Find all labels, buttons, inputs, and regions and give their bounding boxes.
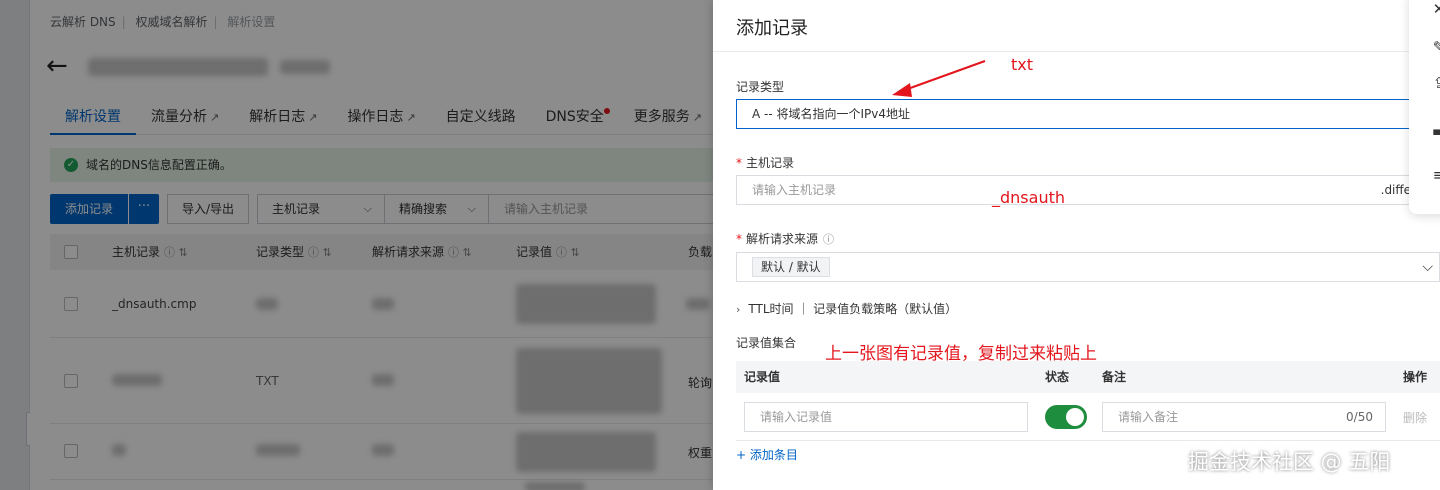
close-icon[interactable]: ✕	[1429, 0, 1440, 18]
host-record-label: * 主机记录	[736, 156, 795, 170]
note-placeholder: 请输入备注	[1118, 410, 1179, 424]
record-value-input[interactable]: 请输入记录值	[744, 402, 1028, 432]
char-count: 0/50	[1346, 410, 1373, 424]
help-icon: ⓘ	[823, 233, 835, 246]
pencil-icon[interactable]: ✎	[1429, 38, 1440, 56]
screen: ‹ 云解析 DNS| 权威域名解析| 解析设置 ← 解析设置流量分析↗解析日志↗…	[0, 0, 1440, 490]
annotation-txt: txt	[1011, 55, 1034, 74]
add-record-drawer: 添加记录 记录类型 A -- 将域名指向一个IPv4地址 * 主机记录 请输入主机…	[713, 0, 1440, 490]
add-entry-button[interactable]: + 添加条目	[736, 446, 798, 463]
upload-icon[interactable]: ⇪	[1429, 74, 1440, 92]
value-set-table: 记录值 状态 备注 操作 请输入记录值 请输入备注 0/50 删除	[736, 361, 1440, 441]
record-type-value: A -- 将域名指向一个IPv4地址	[752, 107, 911, 121]
chevron-right-icon: ›	[736, 303, 741, 316]
floating-toolbar: ✕ ✎ ⇪ ▬ ≡	[1409, 0, 1440, 214]
request-source-label: * 解析请求来源 ⓘ	[736, 232, 835, 246]
delete-button[interactable]: 删除	[1403, 409, 1427, 426]
drawer-title: 添加记录	[736, 18, 808, 39]
menu-icon[interactable]: ≡	[1429, 166, 1440, 184]
annotation-dnsauth: _dnsauth	[992, 188, 1065, 207]
column-header: 记录值	[744, 370, 781, 384]
folder-icon[interactable]: ▬	[1429, 122, 1440, 140]
drawer-header: 添加记录	[713, 0, 1440, 52]
value-row: 请输入记录值 请输入备注 0/50 删除	[736, 393, 1440, 441]
record-type-label: 记录类型	[736, 80, 785, 94]
column-header: 备注	[1102, 370, 1127, 384]
watermark: 掘金技术社区 @ 五阳	[1188, 450, 1391, 474]
record-type-select[interactable]: A -- 将域名指向一个IPv4地址	[736, 99, 1440, 129]
note-input[interactable]: 请输入备注 0/50	[1102, 402, 1386, 432]
value-set-label: 记录值集合	[736, 336, 797, 350]
host-record-input[interactable]: 请输入主机记录 .differsee	[736, 175, 1440, 205]
plus-icon: +	[736, 448, 750, 462]
ttl-advanced-toggle[interactable]: › TTL时间 ｜ 记录值负载策略（默认值）	[736, 300, 957, 317]
source-tag: 默认 / 默认	[752, 257, 830, 277]
column-header: 状态	[1045, 370, 1070, 384]
annotation-copy-hint: 上一张图有记录值，复制过来粘贴上	[825, 344, 1097, 364]
chevron-down-icon: ⌵	[1422, 259, 1433, 275]
value-table-header: 记录值 状态 备注 操作	[736, 361, 1440, 393]
column-header: 操作	[1403, 370, 1428, 384]
modal-overlay[interactable]	[0, 0, 720, 490]
status-toggle[interactable]	[1045, 405, 1087, 429]
request-source-select[interactable]: 默认 / 默认 ⌵	[736, 252, 1440, 282]
host-record-placeholder: 请输入主机记录	[752, 183, 837, 197]
